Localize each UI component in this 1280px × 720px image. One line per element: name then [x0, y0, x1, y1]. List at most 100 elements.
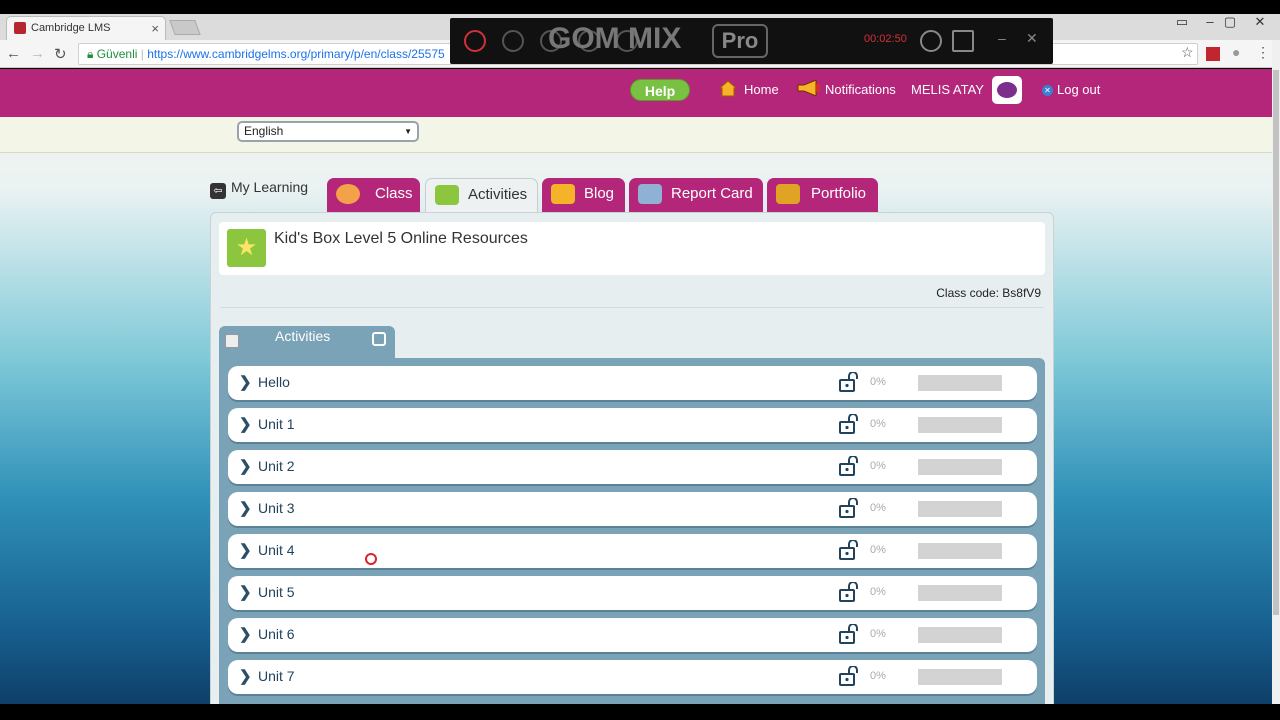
activity-row[interactable]: ❯ Hello 0% [228, 366, 1037, 400]
chevron-right-icon[interactable]: ❯ [239, 667, 252, 685]
screen: Cambridge LMS × ▭ – ▢ ✕ ← → ↻ 🔒︎ Güvenli… [0, 0, 1280, 720]
recorder-minimize-icon[interactable]: – [998, 30, 1006, 46]
home-link[interactable]: Home [744, 82, 779, 97]
megaphone-icon [797, 79, 820, 97]
activities-section-tab[interactable]: Activities [219, 326, 395, 360]
chevron-right-icon[interactable]: ❯ [239, 499, 252, 517]
language-select[interactable]: English ▼ [237, 121, 419, 142]
chevron-right-icon[interactable]: ❯ [239, 625, 252, 643]
security-label: Güvenli [96, 47, 138, 61]
pdf-extension-icon[interactable] [1206, 47, 1220, 61]
help-button[interactable]: Help [630, 79, 690, 101]
activity-row[interactable]: ❯ Unit 2 0% [228, 450, 1037, 484]
unlock-icon[interactable] [838, 372, 860, 392]
activity-row[interactable]: ❯ Unit 3 0% [228, 492, 1037, 526]
home-icon [718, 80, 738, 97]
divider [220, 307, 1044, 308]
alarm-icon[interactable] [920, 30, 942, 52]
recorder-toolbar: GOM MIX Pro 00:02:50 – ✕ [450, 18, 1053, 64]
star-icon[interactable]: ☆ [1181, 44, 1194, 61]
back-icon[interactable]: ← [6, 45, 21, 62]
activity-progress-text: 0% [870, 586, 886, 598]
reload-icon[interactable]: ↻ [54, 45, 67, 63]
report-card-icon [638, 184, 662, 204]
unlock-icon[interactable] [838, 540, 860, 560]
activity-name: Unit 7 [258, 668, 295, 684]
top-frame [0, 0, 1280, 14]
progress-bar [918, 543, 1002, 559]
menu-icon[interactable]: ⋮ [1256, 44, 1270, 61]
activity-progress-text: 0% [870, 460, 886, 472]
activity-row[interactable]: ❯ Unit 5 0% [228, 576, 1037, 610]
tab-class[interactable]: Class [327, 178, 420, 212]
chevron-right-icon[interactable]: ❯ [239, 457, 252, 475]
activity-name: Unit 3 [258, 500, 295, 516]
notifications-link[interactable]: Notifications [825, 82, 896, 97]
tab-report-card[interactable]: Report Card [629, 178, 763, 212]
activity-row[interactable]: ❯ Unit 7 0% [228, 660, 1037, 694]
tab-class-label: Class [375, 185, 413, 202]
scrollbar-thumb[interactable] [1273, 70, 1279, 615]
unlock-icon[interactable] [838, 624, 860, 644]
unlock-icon[interactable] [838, 666, 860, 686]
language-selected: English [244, 124, 284, 138]
portfolio-icon [776, 184, 800, 204]
class-code-value: Bs8fV9 [1002, 286, 1041, 300]
chevron-right-icon[interactable]: ❯ [239, 373, 252, 391]
maximize-icon[interactable]: ▢ [1220, 14, 1240, 30]
browser-tab-title: Cambridge LMS [31, 22, 111, 34]
tab-blog[interactable]: Blog [542, 178, 625, 212]
my-learning-label: My Learning [231, 179, 309, 195]
progress-bar [918, 669, 1002, 685]
unlock-icon[interactable] [838, 582, 860, 602]
close-icon[interactable]: ✕ [1250, 14, 1270, 30]
recorder-brand: GOM MIX [548, 22, 682, 55]
back-arrow-icon: ⇦ [210, 183, 226, 199]
url-text: https://www.cambridgelms.org/primary/p/e… [147, 47, 445, 61]
activity-progress-text: 0% [870, 418, 886, 430]
cambridge-favicon-icon [14, 22, 26, 34]
activity-row[interactable]: ❯ Unit 4 0% [228, 534, 1037, 568]
browser-tab[interactable]: Cambridge LMS × [6, 16, 166, 40]
user-name[interactable]: MELIS ATAY [911, 82, 984, 97]
my-learning-link[interactable]: ⇦ My Learning [210, 179, 308, 199]
recorder-pro-badge: Pro [712, 24, 768, 58]
activities-section-label: Activities [275, 328, 331, 344]
user-profile-icon[interactable]: ▭ [1172, 14, 1192, 30]
settings-icon[interactable] [952, 30, 974, 52]
activity-progress-text: 0% [870, 670, 886, 682]
unlock-icon[interactable] [372, 332, 386, 346]
avatar[interactable] [992, 76, 1022, 104]
unlock-icon[interactable] [838, 414, 860, 434]
progress-bar [918, 417, 1002, 433]
recorder-close-icon[interactable]: ✕ [1026, 30, 1038, 47]
page: Help Home Notifications MELIS ATAY ✕ Log… [0, 69, 1272, 704]
course-title: Kid's Box Level 5 Online Resources [274, 230, 528, 247]
site-header: Help Home Notifications MELIS ATAY ✕ Log… [0, 69, 1272, 117]
scrollbar[interactable] [1272, 40, 1280, 704]
unlock-icon[interactable] [838, 456, 860, 476]
tab-blog-label: Blog [584, 185, 615, 202]
tab-portfolio-label: Portfolio [811, 185, 867, 202]
activity-row[interactable]: ❯ Unit 1 0% [228, 408, 1037, 442]
chevron-right-icon[interactable]: ❯ [239, 541, 252, 559]
activity-row[interactable]: ❯ Unit 6 0% [228, 618, 1037, 652]
chevron-right-icon[interactable]: ❯ [239, 415, 252, 433]
tab-activities[interactable]: Activities [425, 178, 538, 212]
activity-name: Unit 1 [258, 416, 295, 432]
tab-portfolio[interactable]: Portfolio [767, 178, 878, 212]
minimize-icon[interactable]: – [1200, 14, 1220, 29]
logout-link[interactable]: Log out [1057, 82, 1100, 97]
chevron-right-icon[interactable]: ❯ [239, 583, 252, 601]
activity-name: Unit 5 [258, 584, 295, 600]
screen-icon[interactable] [502, 30, 524, 52]
stop-icon[interactable] [464, 30, 486, 52]
activity-progress-text: 0% [870, 628, 886, 640]
unlock-icon[interactable] [838, 498, 860, 518]
new-tab-button[interactable] [169, 20, 201, 35]
activity-name: Unit 4 [258, 542, 295, 558]
tab-close-icon[interactable]: × [151, 21, 159, 36]
extension-icon[interactable]: ● [1232, 44, 1240, 60]
logout-icon: ✕ [1042, 85, 1053, 96]
forward-icon[interactable]: → [30, 45, 45, 62]
